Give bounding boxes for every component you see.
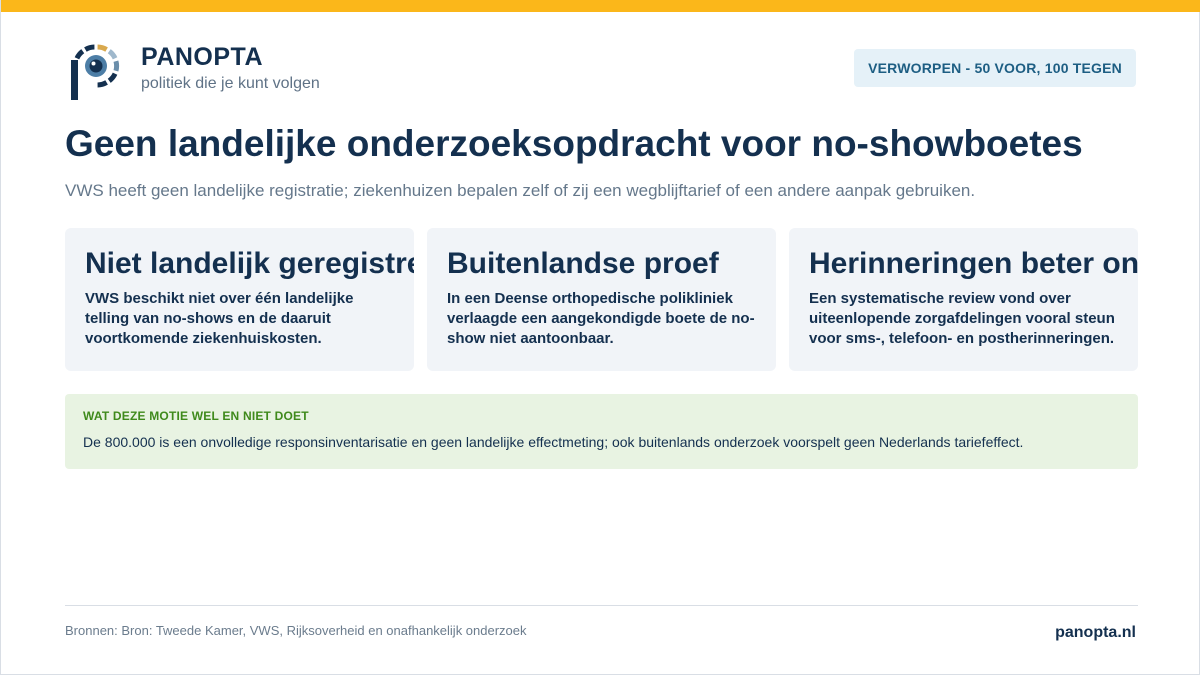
sources-text: Bronnen: Bron: Tweede Kamer, VWS, Rijkso… [65, 623, 527, 638]
brand-text: PANOPTA politiek die je kunt volgen [141, 42, 320, 93]
accent-bar [1, 0, 1200, 12]
fact-card-reminders: Herinneringen beter onderzocht Een syste… [789, 228, 1138, 371]
fact-card-body: Een systematische review vond over uitee… [809, 290, 1115, 347]
site-link[interactable]: panopta.nl [1055, 624, 1136, 642]
vote-result-badge: VERWORPEN - 50 VOOR, 100 TEGEN [854, 49, 1136, 87]
page-title: Geen landelijke onderzoeksopdracht voor … [65, 123, 1083, 164]
fact-card-registration: Niet landelijk geregistreerd VWS beschik… [65, 228, 414, 371]
fact-card-title: Niet landelijk geregistreerd [85, 247, 414, 280]
note-label: WAT DEZE MOTIE WEL EN NIET DOET [83, 409, 309, 423]
fact-card-title: Herinneringen beter onderzocht [809, 247, 1138, 280]
page-subtitle: VWS heeft geen landelijke registratie; z… [65, 181, 976, 200]
panopta-eye-logo-icon [71, 44, 120, 100]
footer-divider [65, 605, 1138, 606]
page: PANOPTA politiek die je kunt volgen VERW… [0, 0, 1200, 675]
fact-card-body: In een Deense orthopedische polikliniek … [447, 290, 755, 347]
brand-name: PANOPTA [141, 43, 264, 71]
brand-header[interactable]: PANOPTA politiek die je kunt volgen [69, 40, 320, 100]
note-text: De 800.000 is een onvolledige responsinv… [83, 434, 1024, 450]
brand-tagline: politiek die je kunt volgen [141, 75, 320, 92]
fact-card-body: VWS beschikt niet over één landelijke te… [85, 290, 354, 347]
fact-card-title: Buitenlandse proef [447, 247, 719, 280]
motion-scope-note: WAT DEZE MOTIE WEL EN NIET DOET De 800.0… [65, 394, 1138, 469]
fact-card-foreign-trial: Buitenlandse proef In een Deense orthope… [427, 228, 776, 371]
fact-cards: Niet landelijk geregistreerd VWS beschik… [65, 228, 1138, 371]
